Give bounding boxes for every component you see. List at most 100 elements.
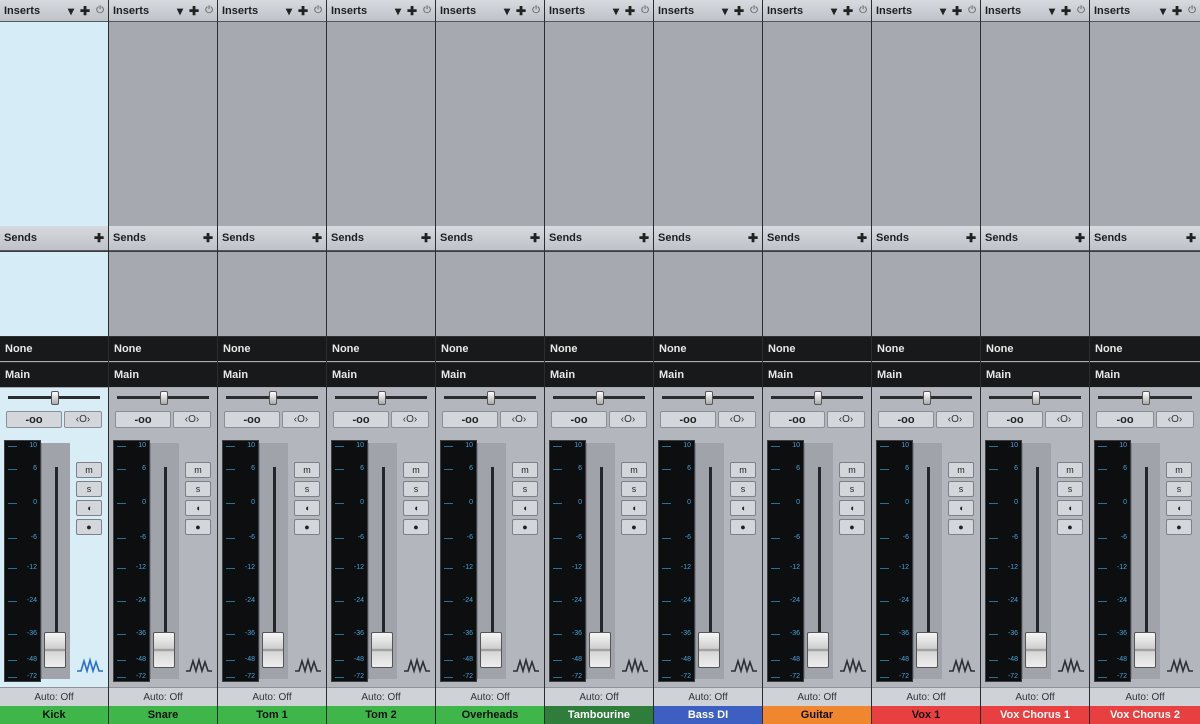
pan-value-display[interactable]: -oo bbox=[551, 411, 607, 428]
link-icon[interactable]: ‹O› bbox=[64, 411, 102, 428]
pan-slider[interactable] bbox=[662, 391, 754, 405]
link-icon[interactable]: ‹O› bbox=[609, 411, 647, 428]
mute-button[interactable]: m bbox=[294, 462, 320, 478]
plus-icon[interactable]: ✚ bbox=[1186, 231, 1196, 245]
plus-icon[interactable]: ✚ bbox=[639, 231, 649, 245]
inserts-header[interactable]: Inserts ▾ ✚ ⏻ bbox=[763, 0, 871, 22]
inserts-header[interactable]: Inserts ▾ ✚ ⏻ bbox=[109, 0, 217, 22]
power-icon[interactable]: ⏻ bbox=[1077, 5, 1085, 16]
mute-button[interactable]: m bbox=[948, 462, 974, 478]
power-icon[interactable]: ⏻ bbox=[968, 5, 976, 16]
waveform-icon[interactable] bbox=[948, 656, 976, 674]
power-icon[interactable]: ⏻ bbox=[423, 5, 431, 16]
solo-button[interactable]: s bbox=[1057, 481, 1083, 497]
input-route-selector[interactable]: None bbox=[981, 336, 1089, 361]
monitor-button[interactable]: ◖ bbox=[512, 500, 538, 516]
input-route-selector[interactable]: None bbox=[0, 336, 108, 361]
power-icon[interactable]: ⏻ bbox=[859, 5, 867, 16]
volume-fader-handle[interactable] bbox=[807, 632, 829, 668]
pan-knob[interactable] bbox=[1032, 391, 1040, 405]
plus-icon[interactable]: ✚ bbox=[516, 4, 526, 18]
output-route-selector[interactable]: Main bbox=[1090, 362, 1200, 387]
pan-value-display[interactable]: -oo bbox=[442, 411, 498, 428]
solo-button[interactable]: s bbox=[185, 481, 211, 497]
record-arm-button[interactable]: ● bbox=[294, 519, 320, 535]
automation-mode-button[interactable]: Auto: Off bbox=[218, 687, 326, 707]
input-route-selector[interactable]: None bbox=[109, 336, 217, 361]
sends-header[interactable]: Sends ✚ bbox=[109, 226, 217, 251]
chevron-down-icon[interactable]: ▾ bbox=[68, 4, 74, 18]
link-icon[interactable]: ‹O› bbox=[1045, 411, 1083, 428]
sends-slot-area[interactable] bbox=[872, 251, 980, 337]
mute-button[interactable]: m bbox=[730, 462, 756, 478]
inserts-slot-area[interactable] bbox=[436, 22, 544, 227]
sends-slot-area[interactable] bbox=[654, 251, 762, 337]
record-arm-button[interactable]: ● bbox=[403, 519, 429, 535]
pan-value-display[interactable]: -oo bbox=[1096, 411, 1154, 428]
sends-header[interactable]: Sends ✚ bbox=[436, 226, 544, 251]
solo-button[interactable]: s bbox=[1166, 481, 1192, 497]
plus-icon[interactable]: ✚ bbox=[952, 4, 962, 18]
link-icon[interactable]: ‹O› bbox=[827, 411, 865, 428]
inserts-header[interactable]: Inserts ▾ ✚ ⏻ bbox=[327, 0, 435, 22]
plus-icon[interactable]: ✚ bbox=[298, 4, 308, 18]
monitor-button[interactable]: ◖ bbox=[185, 500, 211, 516]
monitor-button[interactable]: ◖ bbox=[1057, 500, 1083, 516]
inserts-slot-area[interactable] bbox=[763, 22, 871, 227]
solo-button[interactable]: s bbox=[512, 481, 538, 497]
sends-header[interactable]: Sends ✚ bbox=[872, 226, 980, 251]
inserts-header[interactable]: Inserts ▾ ✚ ⏻ bbox=[0, 0, 108, 22]
output-route-selector[interactable]: Main bbox=[872, 362, 980, 387]
channel-name-label[interactable]: Vox 1 bbox=[872, 706, 980, 724]
sends-header[interactable]: Sends ✚ bbox=[0, 226, 108, 251]
chevron-down-icon[interactable]: ▾ bbox=[1160, 4, 1166, 18]
sends-header[interactable]: Sends ✚ bbox=[1090, 226, 1200, 251]
input-route-selector[interactable]: None bbox=[218, 336, 326, 361]
plus-icon[interactable]: ✚ bbox=[1075, 231, 1085, 245]
power-icon[interactable]: ⏻ bbox=[1188, 5, 1196, 16]
volume-fader-handle[interactable] bbox=[916, 632, 938, 668]
sends-slot-area[interactable] bbox=[436, 251, 544, 337]
sends-slot-area[interactable] bbox=[0, 251, 108, 337]
monitor-button[interactable]: ◖ bbox=[76, 500, 102, 516]
inserts-header[interactable]: Inserts ▾ ✚ ⏻ bbox=[545, 0, 653, 22]
input-route-selector[interactable]: None bbox=[327, 336, 435, 361]
volume-fader-handle[interactable] bbox=[153, 632, 175, 668]
pan-slider[interactable] bbox=[444, 391, 536, 405]
chevron-down-icon[interactable]: ▾ bbox=[504, 4, 510, 18]
inserts-slot-area[interactable] bbox=[981, 22, 1089, 227]
chevron-down-icon[interactable]: ▾ bbox=[613, 4, 619, 18]
pan-value-display[interactable]: -oo bbox=[115, 411, 171, 428]
input-route-selector[interactable]: None bbox=[1090, 336, 1200, 361]
automation-mode-button[interactable]: Auto: Off bbox=[327, 687, 435, 707]
record-arm-button[interactable]: ● bbox=[1166, 519, 1192, 535]
pan-value-display[interactable]: -oo bbox=[333, 411, 389, 428]
volume-fader-handle[interactable] bbox=[371, 632, 393, 668]
monitor-button[interactable]: ◖ bbox=[839, 500, 865, 516]
power-icon[interactable]: ⏻ bbox=[96, 5, 104, 16]
volume-fader-handle[interactable] bbox=[698, 632, 720, 668]
monitor-button[interactable]: ◖ bbox=[403, 500, 429, 516]
pan-knob[interactable] bbox=[160, 391, 168, 405]
solo-button[interactable]: s bbox=[730, 481, 756, 497]
sends-slot-area[interactable] bbox=[763, 251, 871, 337]
waveform-icon[interactable] bbox=[839, 656, 867, 674]
automation-mode-button[interactable]: Auto: Off bbox=[981, 687, 1089, 707]
sends-header[interactable]: Sends ✚ bbox=[218, 226, 326, 251]
monitor-button[interactable]: ◖ bbox=[948, 500, 974, 516]
plus-icon[interactable]: ✚ bbox=[421, 231, 431, 245]
sends-header[interactable]: Sends ✚ bbox=[654, 226, 762, 251]
pan-value-display[interactable]: -oo bbox=[987, 411, 1043, 428]
inserts-slot-area[interactable] bbox=[109, 22, 217, 227]
record-arm-button[interactable]: ● bbox=[76, 519, 102, 535]
automation-mode-button[interactable]: Auto: Off bbox=[763, 687, 871, 707]
channel-name-label[interactable]: Guitar bbox=[763, 706, 871, 724]
channel-name-label[interactable]: Snare bbox=[109, 706, 217, 724]
input-route-selector[interactable]: None bbox=[763, 336, 871, 361]
sends-header[interactable]: Sends ✚ bbox=[981, 226, 1089, 251]
plus-icon[interactable]: ✚ bbox=[189, 4, 199, 18]
link-icon[interactable]: ‹O› bbox=[500, 411, 538, 428]
channel-name-label[interactable]: Bass DI bbox=[654, 706, 762, 724]
power-icon[interactable]: ⏻ bbox=[314, 5, 322, 16]
pan-knob[interactable] bbox=[596, 391, 604, 405]
